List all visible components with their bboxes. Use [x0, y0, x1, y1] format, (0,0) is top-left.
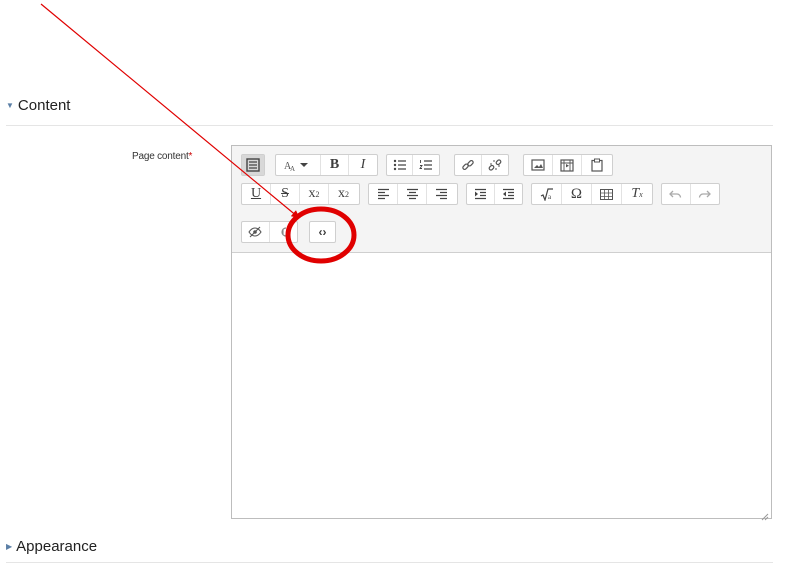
page-content-label: Page content*: [132, 151, 192, 162]
screenreader-helper-button[interactable]: [270, 222, 297, 242]
superscript-index: 2: [345, 189, 349, 199]
indent-group: [466, 183, 523, 205]
unlink-button[interactable]: [482, 155, 508, 175]
toolbar-toggle-group: [241, 154, 265, 176]
subscript-base: x: [308, 186, 316, 201]
paragraph-styles-button[interactable]: AA: [276, 155, 321, 175]
align-right-button[interactable]: [427, 184, 456, 204]
indent-button[interactable]: [467, 184, 495, 204]
media-group: [523, 154, 613, 176]
align-group: [368, 183, 458, 205]
undo-icon: [669, 189, 682, 199]
subscript-button[interactable]: x2: [300, 184, 329, 204]
table-button[interactable]: [592, 184, 622, 204]
editor-content-area[interactable]: [232, 253, 771, 518]
outdent-button[interactable]: [495, 184, 522, 204]
underline-button[interactable]: U: [242, 184, 271, 204]
image-button[interactable]: [524, 155, 553, 175]
accessibility-checker-button[interactable]: [242, 222, 270, 242]
editor-toolbar: AA B I U S x 2 x 2 a Ω T x ‹›: [232, 146, 771, 253]
numbered-list-icon: [419, 159, 433, 171]
strikethrough-button[interactable]: S: [271, 184, 300, 204]
align-center-button[interactable]: [398, 184, 427, 204]
resize-handle-icon[interactable]: [761, 508, 769, 521]
toolbar-toggle-button[interactable]: [242, 155, 264, 175]
unlink-icon: [488, 158, 502, 172]
rich-text-editor: AA B I U S x 2 x 2 a Ω T x ‹›: [231, 145, 772, 521]
outdent-icon: [502, 188, 515, 200]
clear-formatting-base: T: [631, 186, 640, 201]
format-group: AA B I: [275, 154, 378, 176]
subscript-index: 2: [315, 189, 320, 199]
bullet-list-button[interactable]: [387, 155, 413, 175]
square-root-icon: a: [540, 187, 554, 201]
redo-button[interactable]: [691, 184, 719, 204]
indent-icon: [474, 188, 487, 200]
clear-formatting-button[interactable]: Tx: [622, 184, 652, 204]
paragraph-styles-icon: AA: [283, 158, 313, 172]
special-character-button[interactable]: Ω: [562, 184, 592, 204]
link-button[interactable]: [455, 155, 482, 175]
align-left-button[interactable]: [369, 184, 398, 204]
italic-button[interactable]: I: [349, 155, 377, 175]
manage-files-button[interactable]: [582, 155, 611, 175]
page-content-label-text: Page content: [132, 151, 189, 162]
media-button[interactable]: [553, 155, 582, 175]
toolbar-toggle-icon: [246, 158, 260, 172]
media-icon: [560, 158, 574, 172]
text-style-group: U S x2 x2: [241, 183, 360, 205]
clipboard-icon: [590, 158, 603, 172]
link-group: [454, 154, 509, 176]
history-group: [661, 183, 720, 205]
table-icon: [600, 188, 613, 200]
expanded-caret-icon: ▼: [6, 101, 14, 110]
align-center-icon: [406, 188, 419, 200]
content-section-header[interactable]: ▼ Content: [6, 97, 70, 114]
appearance-section-header[interactable]: ▶ Appearance: [6, 538, 97, 555]
svg-text:A: A: [290, 165, 295, 172]
list-group: [386, 154, 440, 176]
required-mark: *: [188, 151, 193, 162]
clear-formatting-index: x: [639, 189, 643, 199]
content-section-title: Content: [17, 97, 71, 114]
undo-button[interactable]: [662, 184, 691, 204]
content-divider: [6, 125, 773, 126]
link-icon: [461, 158, 475, 172]
equation-button[interactable]: a: [532, 184, 562, 204]
accessibility-group: [241, 221, 298, 243]
collapsed-caret-icon: ▶: [6, 542, 13, 551]
html-source-button[interactable]: ‹›: [310, 222, 335, 242]
redo-icon: [698, 189, 712, 199]
appearance-section-title: Appearance: [16, 538, 98, 555]
accessibility-eye-icon: [248, 226, 262, 238]
superscript-button[interactable]: x2: [329, 184, 358, 204]
svg-text:a: a: [548, 193, 552, 201]
html-group: ‹›: [309, 221, 336, 243]
image-icon: [531, 159, 545, 171]
superscript-base: x: [338, 186, 345, 201]
bold-button[interactable]: B: [321, 155, 349, 175]
insert-group: a Ω Tx: [531, 183, 653, 205]
appearance-divider: [6, 562, 773, 563]
screenreader-icon: [277, 225, 289, 239]
align-left-icon: [377, 188, 390, 200]
numbered-list-button[interactable]: [413, 155, 439, 175]
align-right-icon: [435, 188, 448, 200]
bullet-list-icon: [393, 159, 407, 171]
